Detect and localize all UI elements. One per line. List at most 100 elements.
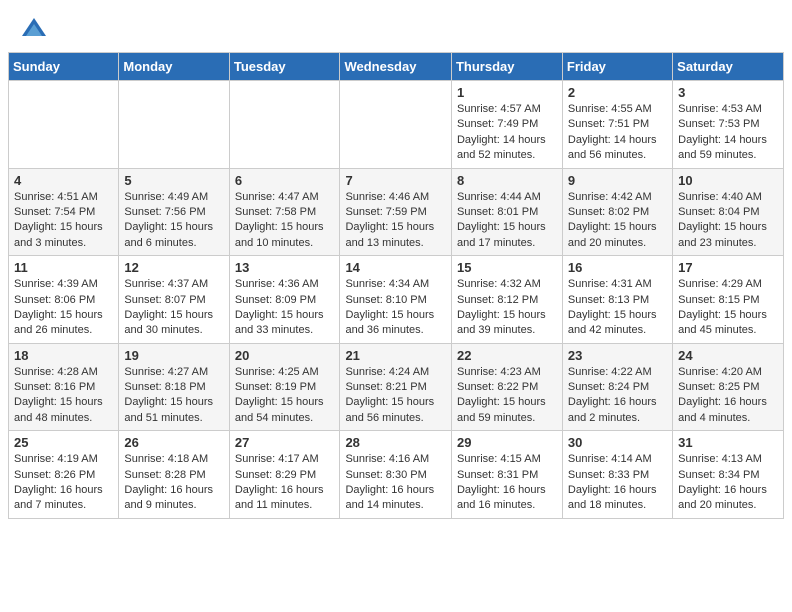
weekday-header-thursday: Thursday [451,53,562,81]
day-number: 6 [235,173,335,188]
day-info: Sunrise: 4:17 AM Sunset: 8:29 PM Dayligh… [235,452,335,514]
day-number: 10 [678,173,778,188]
calendar-cell: 25Sunrise: 4:19 AM Sunset: 8:26 PM Dayli… [9,431,119,519]
weekday-header-friday: Friday [562,53,672,81]
calendar-cell: 16 Sunrise: 4:31 AM Sunset: 8:13 PM Dayli… [562,256,672,344]
day-info: Sunrise: 4:15 AM Sunset: 8:31 PM Dayligh… [457,452,557,514]
day-info: Sunrise: 4:20 AM Sunset: 8:25 PM Dayligh… [678,365,778,427]
weekday-header-sunday: Sunday [9,53,119,81]
calendar-cell [340,81,452,169]
day-number: 2 [568,85,667,100]
week-row-3: 11 Sunrise: 4:39 AM Sunset: 8:06 PM Dayli… [9,256,784,344]
day-info: Sunrise: 4:28 AM Sunset: 8:16 PM Dayligh… [14,365,113,427]
logo-icon [20,16,48,44]
calendar-cell: 19 Sunrise: 4:27 AM Sunset: 8:18 PM Dayli… [119,343,229,431]
calendar-cell: 2 Sunrise: 4:55 AM Sunset: 7:51 PM Daylig… [562,81,672,169]
calendar-cell: 23Sunrise: 4:22 AM Sunset: 8:24 PM Dayli… [562,343,672,431]
day-info: Sunrise: 4:57 AM Sunset: 7:49 PM Dayligh… [457,102,557,164]
calendar-cell: 9 Sunrise: 4:42 AM Sunset: 8:02 PM Daylig… [562,168,672,256]
weekday-header-wednesday: Wednesday [340,53,452,81]
day-info: Sunrise: 4:42 AM Sunset: 8:02 PM Dayligh… [568,190,667,252]
calendar-cell: 24 Sunrise: 4:20 AM Sunset: 8:25 PM Dayli… [673,343,784,431]
day-number: 13 [235,260,335,275]
day-info: Sunrise: 4:16 AM Sunset: 8:30 PM Dayligh… [345,452,446,514]
day-number: 4 [14,173,113,188]
day-number: 1 [457,85,557,100]
page-header [0,0,792,52]
day-info: Sunrise: 4:31 AM Sunset: 8:13 PM Dayligh… [568,277,667,339]
day-number: 8 [457,173,557,188]
calendar-cell: 30 Sunrise: 4:14 AM Sunset: 8:33 PM Dayli… [562,431,672,519]
day-number: 14 [345,260,446,275]
day-info: Sunrise: 4:40 AM Sunset: 8:04 PM Dayligh… [678,190,778,252]
calendar-cell: 17Sunrise: 4:29 AM Sunset: 8:15 PM Dayli… [673,256,784,344]
day-number: 16 [568,260,667,275]
day-info: Sunrise: 4:25 AM Sunset: 8:19 PM Dayligh… [235,365,335,427]
day-info: Sunrise: 4:39 AM Sunset: 8:06 PM Dayligh… [14,277,113,339]
calendar-cell: 29 Sunrise: 4:15 AM Sunset: 8:31 PM Dayli… [451,431,562,519]
day-number: 25 [14,435,113,450]
calendar-cell: 1 Sunrise: 4:57 AM Sunset: 7:49 PM Daylig… [451,81,562,169]
calendar-cell: 18 Sunrise: 4:28 AM Sunset: 8:16 PM Dayli… [9,343,119,431]
day-number: 12 [124,260,223,275]
calendar-cell: 14 Sunrise: 4:34 AM Sunset: 8:10 PM Dayli… [340,256,452,344]
calendar-cell: 21Sunrise: 4:24 AM Sunset: 8:21 PM Dayli… [340,343,452,431]
day-info: Sunrise: 4:34 AM Sunset: 8:10 PM Dayligh… [345,277,446,339]
day-number: 22 [457,348,557,363]
day-info: Sunrise: 4:55 AM Sunset: 7:51 PM Dayligh… [568,102,667,164]
day-number: 30 [568,435,667,450]
day-number: 17 [678,260,778,275]
calendar-cell: 28 Sunrise: 4:16 AM Sunset: 8:30 PM Dayli… [340,431,452,519]
day-info: Sunrise: 4:37 AM Sunset: 8:07 PM Dayligh… [124,277,223,339]
day-number: 7 [345,173,446,188]
day-info: Sunrise: 4:27 AM Sunset: 8:18 PM Dayligh… [124,365,223,427]
day-info: Sunrise: 4:18 AM Sunset: 8:28 PM Dayligh… [124,452,223,514]
day-number: 29 [457,435,557,450]
day-number: 15 [457,260,557,275]
day-info: Sunrise: 4:32 AM Sunset: 8:12 PM Dayligh… [457,277,557,339]
calendar-cell: 6 Sunrise: 4:47 AM Sunset: 7:58 PM Daylig… [229,168,340,256]
day-info: Sunrise: 4:13 AM Sunset: 8:34 PM Dayligh… [678,452,778,514]
logo [20,16,52,44]
weekday-header-tuesday: Tuesday [229,53,340,81]
day-number: 26 [124,435,223,450]
calendar-cell: 7Sunrise: 4:46 AM Sunset: 7:59 PM Daylig… [340,168,452,256]
calendar-table: SundayMondayTuesdayWednesdayThursdayFrid… [8,52,784,519]
day-number: 11 [14,260,113,275]
calendar-cell: 8Sunrise: 4:44 AM Sunset: 8:01 PM Daylig… [451,168,562,256]
calendar-cell: 13Sunrise: 4:36 AM Sunset: 8:09 PM Dayli… [229,256,340,344]
week-row-1: 1 Sunrise: 4:57 AM Sunset: 7:49 PM Daylig… [9,81,784,169]
day-number: 9 [568,173,667,188]
week-row-5: 25Sunrise: 4:19 AM Sunset: 8:26 PM Dayli… [9,431,784,519]
day-number: 28 [345,435,446,450]
day-number: 18 [14,348,113,363]
day-info: Sunrise: 4:49 AM Sunset: 7:56 PM Dayligh… [124,190,223,252]
day-info: Sunrise: 4:14 AM Sunset: 8:33 PM Dayligh… [568,452,667,514]
calendar-cell: 15 Sunrise: 4:32 AM Sunset: 8:12 PM Dayli… [451,256,562,344]
day-number: 20 [235,348,335,363]
calendar-body: 1 Sunrise: 4:57 AM Sunset: 7:49 PM Daylig… [9,81,784,519]
day-number: 19 [124,348,223,363]
calendar-cell: 10 Sunrise: 4:40 AM Sunset: 8:04 PM Dayli… [673,168,784,256]
calendar-cell: 22 Sunrise: 4:23 AM Sunset: 8:22 PM Dayli… [451,343,562,431]
calendar-cell: 3Sunrise: 4:53 AM Sunset: 7:53 PM Daylig… [673,81,784,169]
day-number: 27 [235,435,335,450]
calendar-header: SundayMondayTuesdayWednesdayThursdayFrid… [9,53,784,81]
calendar-cell: 26 Sunrise: 4:18 AM Sunset: 8:28 PM Dayli… [119,431,229,519]
calendar-cell: 12 Sunrise: 4:37 AM Sunset: 8:07 PM Dayli… [119,256,229,344]
calendar-cell [9,81,119,169]
calendar-cell: 27 Sunrise: 4:17 AM Sunset: 8:29 PM Dayli… [229,431,340,519]
day-info: Sunrise: 4:51 AM Sunset: 7:54 PM Dayligh… [14,190,113,252]
calendar-cell: 20 Sunrise: 4:25 AM Sunset: 8:19 PM Dayli… [229,343,340,431]
day-number: 21 [345,348,446,363]
day-info: Sunrise: 4:53 AM Sunset: 7:53 PM Dayligh… [678,102,778,164]
calendar-cell: 31Sunrise: 4:13 AM Sunset: 8:34 PM Dayli… [673,431,784,519]
day-number: 24 [678,348,778,363]
calendar-cell: 5Sunrise: 4:49 AM Sunset: 7:56 PM Daylig… [119,168,229,256]
day-info: Sunrise: 4:23 AM Sunset: 8:22 PM Dayligh… [457,365,557,427]
weekday-row: SundayMondayTuesdayWednesdayThursdayFrid… [9,53,784,81]
day-info: Sunrise: 4:47 AM Sunset: 7:58 PM Dayligh… [235,190,335,252]
calendar-cell [229,81,340,169]
day-number: 23 [568,348,667,363]
week-row-4: 18 Sunrise: 4:28 AM Sunset: 8:16 PM Dayli… [9,343,784,431]
